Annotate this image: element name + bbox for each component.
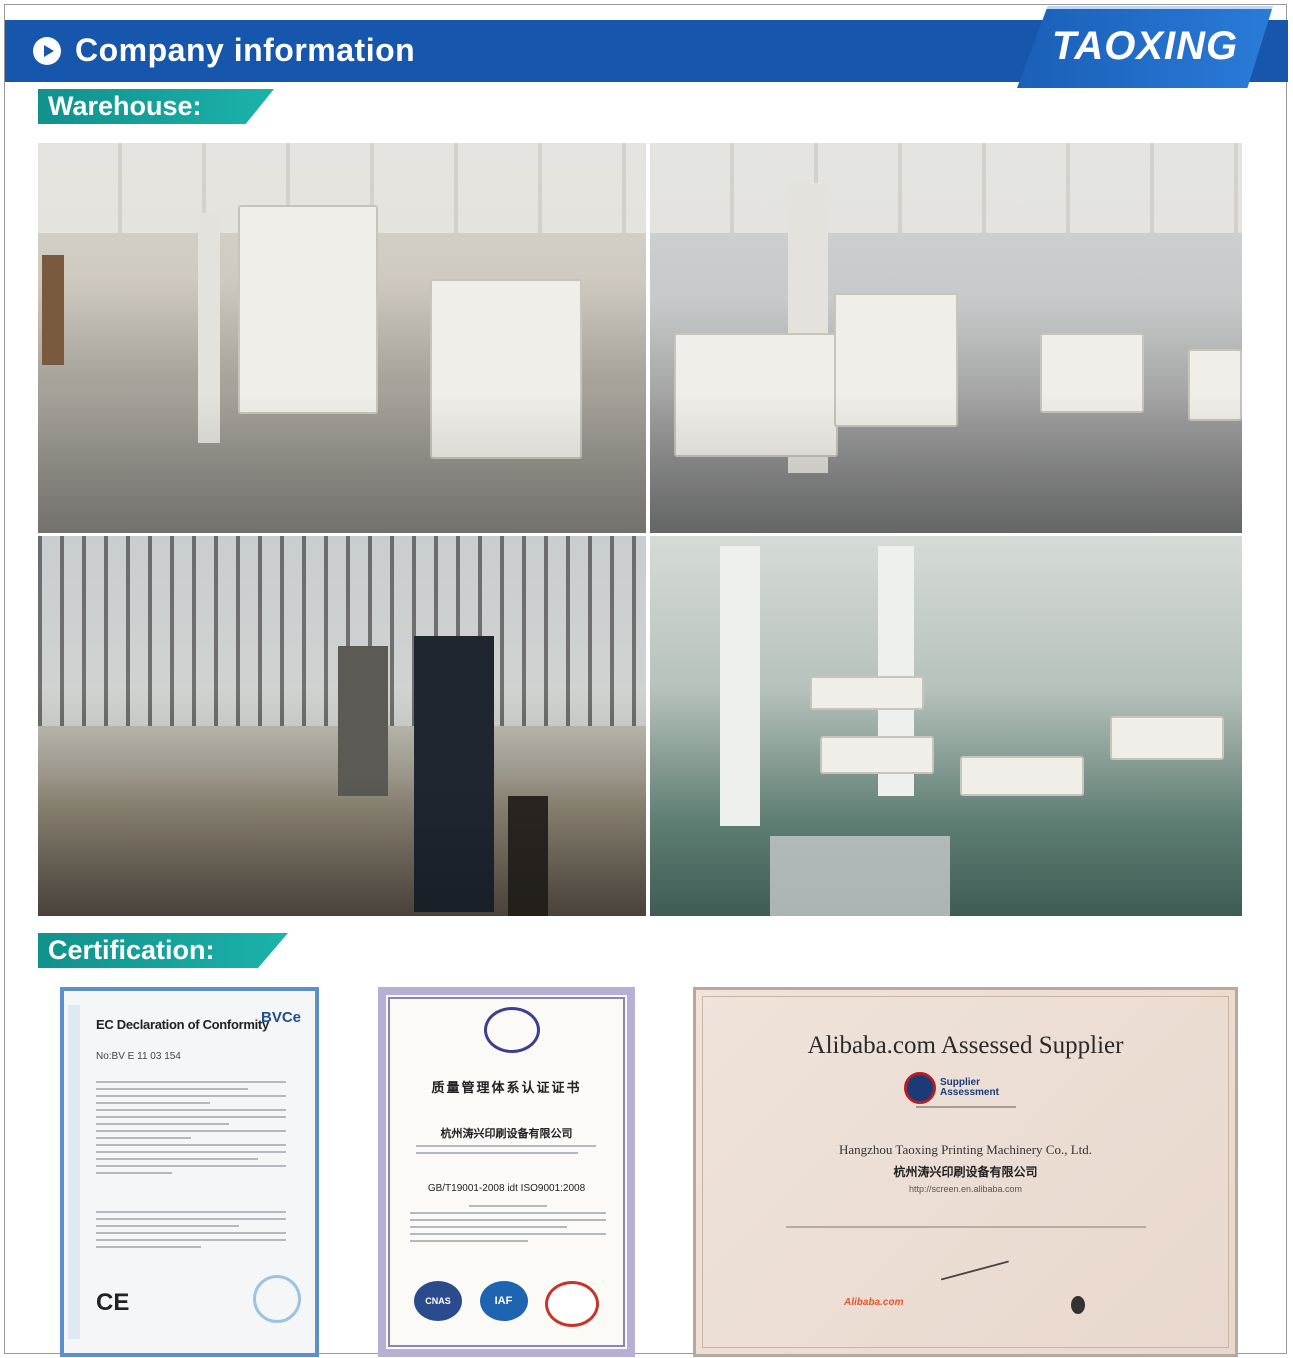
page-title: Company information — [75, 32, 416, 68]
text-lines — [410, 1205, 606, 1247]
seal-icon — [253, 1275, 301, 1323]
certificate-heading: EC Declaration of Conformity — [96, 1017, 269, 1032]
signature — [933, 1231, 1009, 1281]
logo-text: TAOXING — [1051, 24, 1239, 68]
workshop-photo — [38, 536, 646, 916]
factory-floor-photo — [650, 536, 1242, 916]
ce-mark: CE — [96, 1289, 130, 1316]
pillar — [720, 546, 760, 826]
drill-press — [338, 646, 388, 796]
warehouse-section-label: Warehouse: — [38, 89, 274, 124]
warehouse-photo-2 — [650, 143, 1242, 533]
text-lines — [416, 1145, 596, 1159]
certification-section-label: Certification: — [38, 933, 288, 968]
wrapped-machine — [770, 836, 950, 916]
play-circle-icon — [33, 36, 61, 65]
text-lines — [96, 1211, 286, 1253]
certificate-title: Alibaba.com Assessed Supplier — [807, 1032, 1124, 1059]
certificate-title-cn: 质量管理体系认证证书 — [431, 1080, 582, 1095]
badge-line-2: Assessment — [940, 1087, 999, 1098]
machine-row — [820, 736, 934, 774]
iso-standard: GB/T19001-2008 idt ISO9001:2008 — [427, 1183, 586, 1194]
stamp-icon — [1071, 1296, 1085, 1314]
company-name-cn: 杭州涛兴印刷设备有限公司 — [893, 1165, 1038, 1179]
bvce-logo: BVCe — [260, 1009, 301, 1026]
red-seal-icon — [545, 1281, 599, 1327]
floor — [650, 393, 1242, 533]
machine-row — [810, 676, 924, 710]
divider — [916, 1106, 1016, 1108]
alibaba-logo: Alibaba.com — [844, 1297, 904, 1308]
header-title-group: Company information — [33, 32, 415, 69]
ceiling — [650, 143, 1242, 233]
badge-text: Supplier Assessment — [940, 1078, 999, 1098]
profile-url: http://screen.en.alibaba.com — [908, 1184, 1023, 1194]
certificate-number: No:BV E 11 03 154 — [96, 1051, 181, 1062]
assessment-icon — [904, 1072, 936, 1104]
alibaba-assessed-supplier-certificate: Alibaba.com Assessed Supplier Supplier A… — [693, 987, 1238, 1357]
emblem-icon — [484, 1007, 540, 1053]
floor — [38, 776, 646, 916]
warehouse-photo-1 — [38, 143, 646, 533]
accreditation-logos: CNAS IAF — [414, 1281, 599, 1327]
taoxing-logo: TAOXING — [1017, 6, 1273, 88]
text-line — [786, 1226, 1146, 1228]
machine-row — [960, 756, 1084, 796]
cnas-logo: CNAS — [414, 1281, 462, 1321]
company-name-cn: 杭州涛兴印刷设备有限公司 — [440, 1128, 573, 1140]
machine-row — [1110, 716, 1224, 760]
certificate-side-band — [68, 1005, 80, 1339]
ec-declaration-certificate: EC Declaration of Conformity BVCe No:BV … — [60, 987, 319, 1357]
oven-machine — [238, 205, 378, 414]
iso-certificate: 质量管理体系认证证书 杭州涛兴印刷设备有限公司 GB/T19001-2008 i… — [378, 987, 635, 1357]
company-name: Hangzhou Taoxing Printing Machinery Co.,… — [838, 1142, 1093, 1157]
floor — [38, 393, 646, 533]
supplier-assessment-badge: Supplier Assessment — [904, 1072, 999, 1104]
iaf-logo: IAF — [479, 1281, 528, 1321]
crate — [42, 255, 64, 365]
text-lines — [96, 1081, 286, 1179]
